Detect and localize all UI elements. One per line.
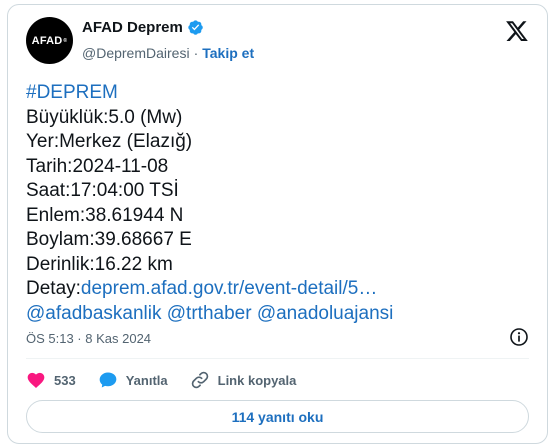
- text-line-longitude: Boylam:39.68667 E: [26, 229, 192, 250]
- like-button[interactable]: 533: [26, 370, 76, 390]
- action-bar: 533 Yanıtla Link kopyala: [26, 367, 318, 393]
- detail-link[interactable]: deprem.afad.gov.tr/event-detail/5…: [81, 278, 377, 299]
- text-line-time: Saat:17:04:00 TSİ: [26, 180, 179, 201]
- text-line-location: Yer:Merkez (Elazığ): [26, 131, 193, 152]
- copy-link-label: Link kopyala: [217, 372, 297, 388]
- text-line-depth: Derinlik:16.22 km: [26, 253, 173, 275]
- text-line-date: Tarih:2024-11-08: [26, 155, 169, 177]
- like-count: 533: [54, 372, 76, 388]
- detail-prefix: Detay:: [26, 278, 81, 299]
- name-row: AFAD Deprem: [82, 19, 204, 36]
- x-logo-icon[interactable]: [505, 19, 529, 43]
- text-line-latitude: Enlem:38.61944 N: [26, 204, 184, 226]
- handle-row: @DepremDairesi · Takip et: [82, 45, 254, 61]
- avatar-logo-text: AFAD: [31, 34, 63, 47]
- reply-button[interactable]: Yanıtla: [98, 370, 168, 390]
- mention-link[interactable]: @anadoluajansi: [257, 303, 394, 324]
- read-replies-label: 114 yanıtı oku: [231, 408, 324, 425]
- link-icon: [191, 371, 208, 389]
- tweet-text: #DEPREM Büyüklük:5.0 (Mw) Yer:Merkez (El…: [26, 81, 393, 326]
- copy-link-button[interactable]: Link kopyala: [190, 370, 297, 390]
- heart-icon: [27, 372, 45, 388]
- avatar[interactable]: AFAD ®: [26, 17, 73, 64]
- tweet-card: AFAD ® AFAD Deprem @DepremDairesi · Takip…: [7, 4, 548, 444]
- follow-button[interactable]: Takip et: [202, 45, 254, 61]
- mentions-line: @afadbaskanlik @trthaber @anadoluajansi: [26, 302, 393, 327]
- mention-link[interactable]: @trthaber: [167, 303, 252, 324]
- text-line-magnitude: Büyüklük:5.0 (Mw): [26, 106, 183, 128]
- read-replies-button[interactable]: 114 yanıtı oku: [26, 400, 529, 433]
- hashtag-link[interactable]: #DEPREM: [26, 81, 393, 106]
- avatar-registered-mark: ®: [63, 37, 68, 44]
- divider: [26, 358, 529, 359]
- handle[interactable]: @DepremDairesi: [82, 45, 190, 61]
- verified-badge-icon: [188, 20, 203, 35]
- mention-link[interactable]: @afadbaskanlik: [26, 303, 161, 324]
- tweet-timestamp[interactable]: ÖS 5:13 · 8 Kas 2024: [26, 331, 151, 346]
- reply-bubble-icon: [99, 372, 117, 388]
- display-name[interactable]: AFAD Deprem: [82, 19, 183, 36]
- handle-separator: ·: [193, 45, 199, 61]
- text-line-detail: Detay:deprem.afad.gov.tr/event-detail/5…: [26, 277, 393, 302]
- info-icon[interactable]: [509, 327, 529, 347]
- reply-label: Yanıtla: [125, 372, 168, 388]
